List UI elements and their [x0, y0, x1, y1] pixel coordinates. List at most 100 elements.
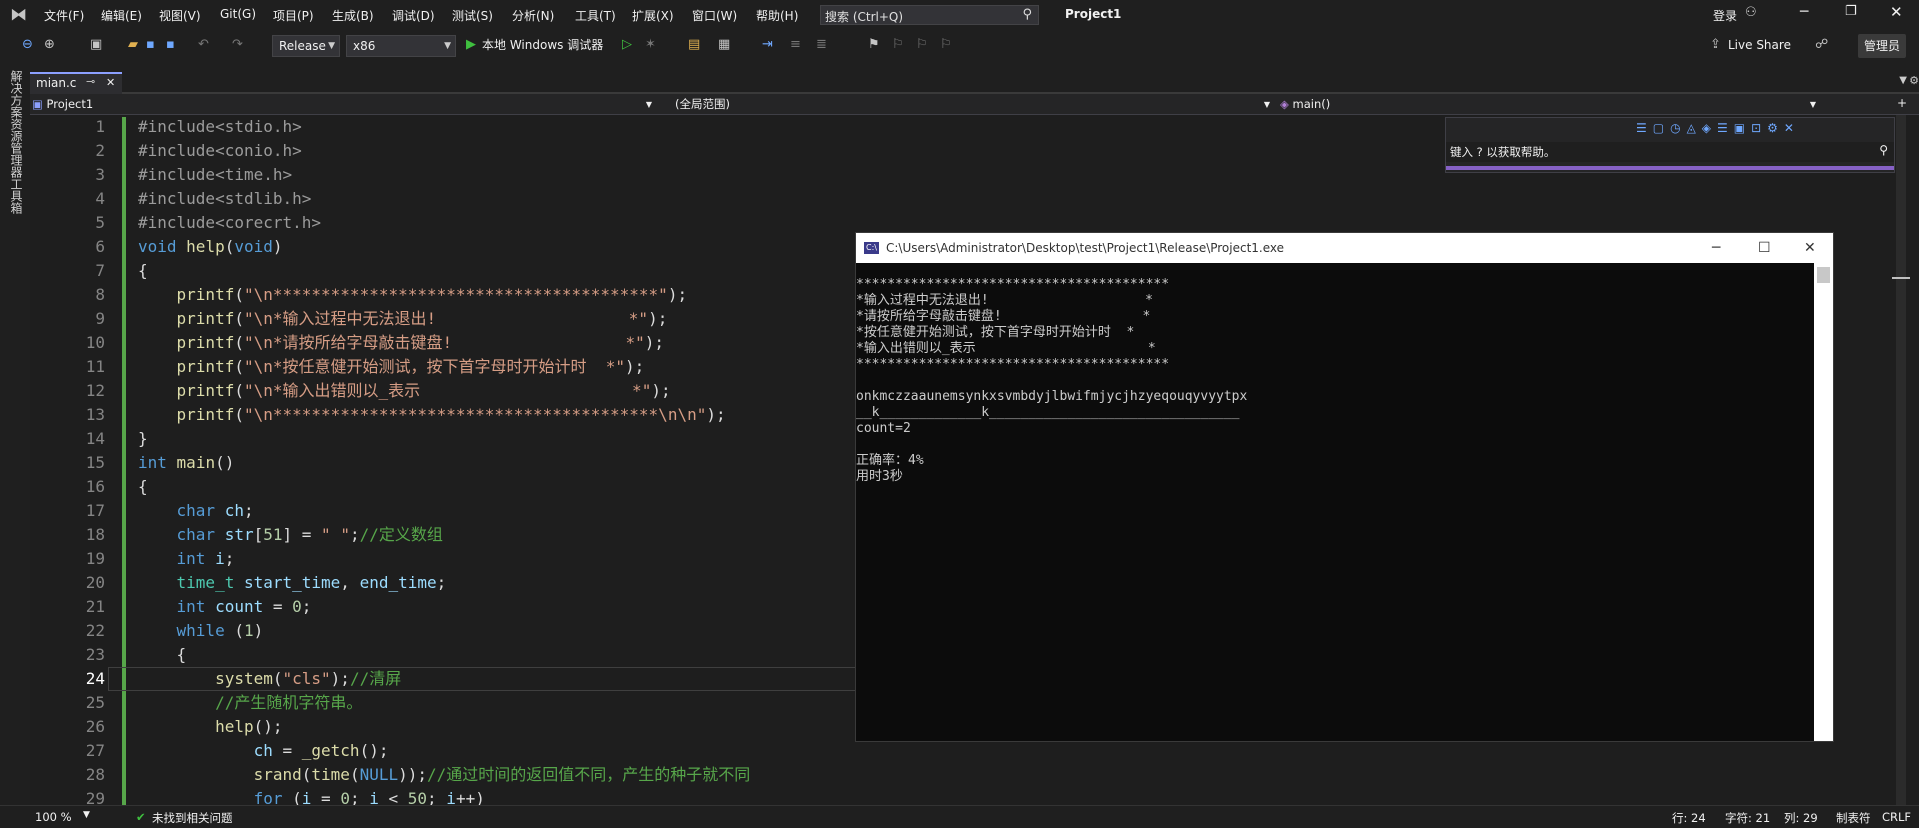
scrollbar-track[interactable]: [1896, 115, 1906, 805]
pin-icon[interactable]: ⊸: [86, 75, 95, 88]
search-input[interactable]: 搜索 (Ctrl+Q): [825, 8, 903, 25]
search-icon[interactable]: ⚲: [1879, 143, 1888, 157]
console-scrollbar[interactable]: [1814, 263, 1833, 741]
save-all-icon[interactable]: ▪: [166, 37, 175, 53]
scope-dropdown[interactable]: (全局范围) ▼: [675, 96, 1270, 113]
bookmark-prev-icon[interactable]: ⚐: [892, 37, 904, 53]
bookmark-icon[interactable]: ⚑: [868, 37, 880, 53]
settings-icon[interactable]: ⚙: [1909, 74, 1919, 87]
eol-indicator[interactable]: CRLF: [1882, 810, 1911, 824]
member-dropdown[interactable]: ◈ main() ▼: [1280, 96, 1830, 113]
new-project-icon[interactable]: ▣: [90, 37, 102, 53]
line-indicator[interactable]: 行: 24: [1672, 810, 1706, 826]
config-select[interactable]: Release ▼: [272, 35, 340, 57]
menu-item[interactable]: 分析(N): [512, 7, 554, 24]
add-icon[interactable]: +: [1897, 96, 1907, 110]
close-icon[interactable]: ✕: [1804, 233, 1816, 263]
code-line: void help(void): [138, 237, 283, 256]
issues-status[interactable]: 未找到相关问题: [152, 810, 233, 826]
editor-scrollbar[interactable]: [1890, 115, 1919, 805]
line-number: 15: [85, 453, 105, 472]
code-line: system("cls");//清屏: [215, 669, 402, 688]
code-line: printf("\n******************************…: [176, 405, 726, 424]
char-indicator[interactable]: 字符: 21: [1725, 810, 1770, 826]
save-icon[interactable]: ▪: [146, 37, 155, 53]
console-window[interactable]: C:\ C:\Users\Administrator\Desktop\test\…: [855, 232, 1834, 742]
console-scrollbar-thumb[interactable]: [1817, 267, 1830, 283]
code-line: char ch;: [176, 501, 254, 520]
start-debug-icon[interactable]: ▶: [466, 37, 476, 53]
platform-select[interactable]: x86 ▼: [346, 35, 456, 57]
menu-item[interactable]: 扩展(X): [632, 7, 674, 24]
menu-item[interactable]: 文件(F): [44, 7, 84, 24]
login-link[interactable]: 登录: [1713, 7, 1737, 24]
layout-icon[interactable]: ▦: [718, 37, 730, 53]
tab-mian-c[interactable]: mian.c ⊸ ✕: [30, 72, 122, 94]
project-dropdown[interactable]: ▣ Project1 ▼: [32, 96, 652, 113]
menu-item[interactable]: 调试(D): [392, 7, 435, 24]
start-debug-button[interactable]: 本地 Windows 调试器: [482, 37, 603, 53]
left-tool-tabs: 解决方案资源管理器 工具箱: [0, 62, 30, 806]
restore-icon[interactable]: ❐: [1845, 4, 1857, 19]
forward-icon[interactable]: ⊕: [44, 37, 55, 53]
account-icon[interactable]: ⚇: [1745, 5, 1757, 20]
menu-item[interactable]: 工具(T): [575, 7, 616, 24]
format-icon[interactable]: ≡: [790, 37, 801, 53]
minimize-icon[interactable]: ─: [1800, 4, 1808, 20]
minimize-icon[interactable]: ─: [1712, 233, 1720, 263]
menu-item[interactable]: 编辑(E): [101, 7, 142, 24]
live-share-button[interactable]: Live Share: [1728, 37, 1791, 53]
solution-icon[interactable]: ▤: [688, 37, 700, 53]
menu-item[interactable]: 视图(V): [159, 7, 201, 24]
maximize-icon[interactable]: ☐: [1758, 233, 1771, 263]
toolbar: ⊖ ⊕ ▣ ▰ ▪ ▪ ↶ ↷ Release ▼ x86 ▼ ▶ 本地 Windo…: [0, 30, 1919, 62]
line-number: 16: [85, 477, 105, 496]
console-title-bar[interactable]: C:\ C:\Users\Administrator\Desktop\test\…: [856, 233, 1833, 263]
code-line: #include<time.h>: [138, 165, 293, 184]
back-icon[interactable]: ⊖: [22, 37, 33, 53]
start-without-debug-icon[interactable]: ▷: [622, 37, 632, 53]
help-toolbar-icons[interactable]: ☰▢◷◬◈☰▣⊡⚙✕: [1636, 121, 1800, 135]
menu-item[interactable]: 项目(P): [273, 7, 314, 24]
chevron-down-icon: ▼: [444, 41, 451, 51]
line-number: 12: [85, 381, 105, 400]
console-line: __k_____________k_______________________…: [856, 405, 1240, 420]
tab-toolbox[interactable]: 工具箱: [8, 178, 25, 214]
hot-reload-icon[interactable]: ✶: [645, 37, 656, 53]
redo-icon[interactable]: ↷: [232, 37, 243, 53]
line-number: 2: [95, 141, 105, 160]
console-line: 正确率：4%: [856, 453, 924, 468]
menu-item[interactable]: 帮助(H): [756, 7, 798, 24]
open-icon[interactable]: ▰: [128, 37, 138, 53]
bookmark-next-icon[interactable]: ⚐: [916, 37, 928, 53]
step-icon[interactable]: ⇥: [762, 37, 773, 53]
help-search-input[interactable]: 键入 ? 以获取帮助。: [1450, 144, 1555, 160]
chevron-down-icon[interactable]: ▼: [83, 810, 90, 820]
menu-item[interactable]: 测试(S): [452, 7, 493, 24]
undo-icon[interactable]: ↶: [198, 37, 209, 53]
code-line: printf("\n*输入出错则以_表示 *");: [176, 381, 671, 400]
help-search-field[interactable]: 键入 ? 以获取帮助。 ⚲: [1446, 142, 1894, 162]
search-icon: ⚲: [1022, 7, 1032, 22]
bookmark-clear-icon[interactable]: ⚐: [940, 37, 952, 53]
line-number: 27: [85, 741, 105, 760]
tab-list-icon[interactable]: ▼: [1899, 75, 1907, 86]
comment-icon[interactable]: ≣: [816, 37, 827, 53]
close-icon[interactable]: ✕: [1890, 3, 1903, 21]
code-line: int i;: [176, 549, 235, 568]
line-number: 19: [85, 549, 105, 568]
live-share-icon[interactable]: ⇪: [1710, 37, 1721, 53]
menu-item[interactable]: 窗口(W): [692, 7, 737, 24]
code-line: int count = 0;: [176, 597, 312, 616]
search-box[interactable]: 搜索 (Ctrl+Q) ⚲: [820, 5, 1039, 25]
col-indicator[interactable]: 列: 29: [1784, 810, 1818, 826]
vs-logo-icon[interactable]: ⧓: [10, 5, 27, 25]
menu-item[interactable]: Git(G): [220, 7, 256, 21]
zoom-level[interactable]: 100 %: [35, 810, 72, 824]
line-number: 18: [85, 525, 105, 544]
menu-item[interactable]: 生成(B): [332, 7, 374, 24]
indent-indicator[interactable]: 制表符: [1836, 810, 1871, 826]
tab-solution-explorer[interactable]: 解决方案资源管理器: [8, 70, 25, 178]
close-tab-icon[interactable]: ✕: [106, 76, 115, 89]
feedback-icon[interactable]: ☍: [1815, 37, 1828, 53]
